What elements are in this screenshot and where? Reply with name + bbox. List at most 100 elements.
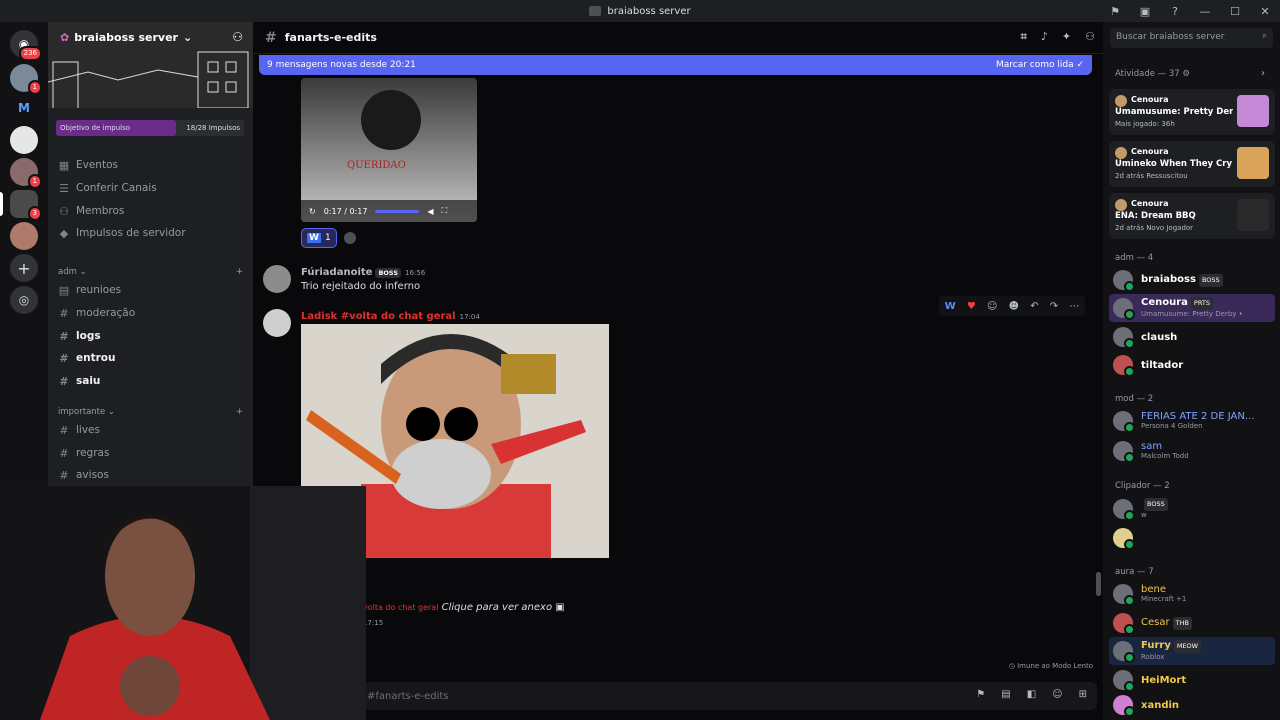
chat-scrollbar[interactable] (1096, 572, 1101, 596)
activity-card[interactable]: Cenoura ENA: Dream BBQ 2d atrás Novo Jog… (1109, 193, 1275, 239)
add-channel-icon[interactable]: + (236, 267, 243, 277)
server-icon-braiaboss[interactable]: 3 (10, 190, 42, 221)
close-button[interactable]: ✕ (1250, 5, 1280, 18)
activity-header: Atividade — 37 ⚙ (1115, 69, 1191, 79)
add-reaction-icon[interactable] (344, 232, 356, 244)
avatar (1115, 199, 1127, 211)
server-icon[interactable] (10, 222, 38, 250)
more-icon[interactable]: ⋯ (1069, 301, 1079, 312)
mention-badge: 1 (27, 174, 42, 189)
reaction-w[interactable]: W1 (301, 228, 337, 248)
apps-icon[interactable]: ⊞ (1079, 689, 1087, 700)
replay-icon[interactable]: ↻ (309, 207, 316, 216)
nav-browse-channels[interactable]: ☰ Conferir Canais (58, 178, 157, 198)
invite-icon[interactable]: ⚇ (232, 30, 243, 44)
webcam-overlay (0, 486, 366, 720)
member-item[interactable]: tiltador (1109, 351, 1275, 379)
chevron-right-icon[interactable]: › (1261, 68, 1265, 79)
new-messages-bar[interactable]: 9 mensagens novas desde 20:21 Marcar com… (259, 55, 1092, 75)
nav-events[interactable]: ▦ Eventos (58, 155, 118, 175)
w-reaction-icon[interactable]: W (945, 301, 956, 312)
message-timestamp: 16:56 (405, 269, 426, 277)
member-item[interactable]: xandin (1109, 692, 1275, 718)
inbox-icon[interactable]: ▣ (1130, 5, 1160, 18)
server-icon[interactable]: 1 (10, 158, 42, 189)
member-item[interactable]: sam Malcolm Todd (1109, 437, 1275, 465)
member-item[interactable]: BOSS w (1109, 495, 1275, 523)
add-server-icon[interactable]: + (10, 254, 38, 282)
add-reaction-icon[interactable]: ☻ (1009, 301, 1019, 312)
forward-icon[interactable]: ↷ (1050, 301, 1058, 312)
message-author[interactable]: Fúriadanoite BOSS 16:56 (301, 267, 425, 278)
video-attachment[interactable]: QUERIDAO ↻ 0:17 / 0:17 ◀ ⛶ (301, 78, 477, 222)
author-name: Ladisk #volta do chat geral (301, 311, 456, 322)
direct-messages-button[interactable]: ◉ 236 (10, 30, 42, 61)
reply-icon[interactable]: ↶ (1030, 301, 1038, 312)
activity-game: ENA: Dream BBQ (1115, 211, 1196, 221)
channel-logs[interactable]: # logs (58, 326, 100, 346)
threads-icon[interactable]: ⌗ (1021, 30, 1027, 44)
member-item[interactable]: bene Minecraft +1 (1109, 580, 1275, 608)
channel-lives[interactable]: # lives (58, 420, 100, 440)
channel-entrou[interactable]: # entrou (58, 348, 115, 368)
activity-card[interactable]: Cenoura Umineko When They Cry - ... 2d a… (1109, 141, 1275, 187)
channel-reunioes[interactable]: ▤ reunioes (58, 280, 121, 300)
member-item[interactable]: braiaboss BOSS (1109, 266, 1275, 294)
avatar[interactable] (263, 265, 291, 293)
member-item[interactable]: Cesar THB (1109, 609, 1275, 637)
member-item[interactable]: claush (1109, 323, 1275, 351)
member-item[interactable]: Furry MEOW Roblox (1109, 637, 1275, 665)
hash-icon: # (59, 468, 69, 482)
channel-saiu[interactable]: # saiu (58, 371, 100, 391)
nav-server-boosts[interactable]: ◆ Impulsos de servidor (58, 223, 186, 243)
server-search-input[interactable]: Buscar braiaboss server ⌕ (1110, 28, 1273, 48)
sticker-icon[interactable]: ◧ (1027, 689, 1036, 700)
gif-icon[interactable]: ▤ (1001, 689, 1010, 700)
maximize-button[interactable]: ☐ (1220, 5, 1250, 18)
video-progress-bar[interactable] (375, 209, 420, 213)
emoji-reaction-icon[interactable]: ☺ (987, 301, 997, 312)
channel-avisos[interactable]: # avisos (58, 465, 109, 485)
volume-icon[interactable]: ◀ (427, 207, 433, 216)
server-icon[interactable]: 1 (10, 64, 42, 95)
server-icon[interactable]: M (10, 94, 38, 122)
mark-as-read-button[interactable]: Marcar como lida ✓ (996, 60, 1084, 70)
discover-icon[interactable]: ◎ (10, 286, 38, 314)
game-art (1237, 95, 1269, 127)
flag-icon[interactable]: ⚑ (1100, 5, 1130, 18)
avatar[interactable] (263, 309, 291, 337)
members-toggle-icon[interactable]: ⚇ (1085, 30, 1095, 44)
attachment-message[interactable]: volta do chat geral Clique para ver anex… (363, 602, 565, 613)
channel-regras[interactable]: # regras (58, 443, 109, 463)
boost-goal-bar[interactable]: Objetivo de impulso 18/28 Impulsos (56, 120, 244, 136)
gift-icon[interactable]: ⚑ (976, 689, 985, 700)
server-banner[interactable]: ✿ braiaboss server ⌄ ⚇ (48, 22, 253, 108)
message-author[interactable]: Ladisk #volta do chat geral 17:04 (301, 311, 480, 322)
member-name: FERIAS ATE 2 DE JAN... (1141, 411, 1255, 422)
member-status: Minecraft +1 (1141, 595, 1187, 603)
search-placeholder: Buscar braiaboss server (1116, 32, 1225, 42)
member-item[interactable]: HeiMort (1109, 666, 1275, 694)
add-channel-icon[interactable]: + (236, 407, 243, 417)
minimize-button[interactable]: — (1190, 5, 1220, 18)
emoji-icon[interactable]: ☺ (1052, 689, 1062, 700)
member-item[interactable]: FERIAS ATE 2 DE JAN... Persona 4 Golden (1109, 407, 1275, 435)
member-item[interactable] (1109, 524, 1275, 552)
nav-members[interactable]: ⚇ Membros (58, 201, 124, 221)
message-composer[interactable]: #fanarts-e-edits ⚑ ▤ ◧ ☺ ⊞ (363, 682, 1097, 710)
member-item[interactable]: Cenoura PRTS Umamusume: Pretty Derby • (1109, 294, 1275, 322)
channel-moderacao[interactable]: # moderação (58, 303, 135, 323)
heart-icon[interactable]: ♥ (967, 301, 976, 312)
video-frame-figure (361, 90, 421, 150)
server-icon[interactable] (10, 126, 38, 154)
activity-card[interactable]: Cenoura Umamusume: Pretty Derby Mais jog… (1109, 89, 1275, 135)
pin-icon[interactable]: ✦ (1062, 30, 1071, 44)
category-importante[interactable]: importante ⌄ + (58, 407, 243, 417)
category-adm[interactable]: adm ⌄ + (58, 267, 243, 277)
chevron-down-icon: ⌄ (182, 31, 193, 44)
channel-label: entrou (76, 352, 116, 364)
fullscreen-icon[interactable]: ⛶ (442, 206, 448, 216)
bell-icon[interactable]: ♪ (1041, 30, 1048, 44)
help-icon[interactable]: ? (1160, 5, 1190, 18)
search-icon: ⌕ (1261, 31, 1267, 41)
